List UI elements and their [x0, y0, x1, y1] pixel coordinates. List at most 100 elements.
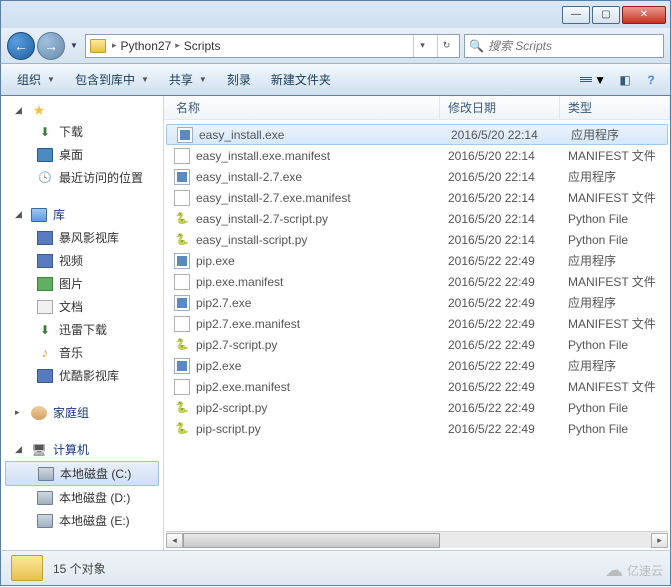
column-type[interactable]: 类型 — [560, 96, 670, 119]
computer-group: ◢🖥计算机 本地磁盘 (C:)本地磁盘 (D:)本地磁盘 (E:) — [1, 438, 163, 532]
pic-icon — [37, 277, 53, 291]
sidebar-item[interactable]: 🕓最近访问的位置 — [1, 166, 163, 189]
chevron-down-icon: ▼ — [199, 75, 207, 84]
py-file-icon — [174, 421, 190, 437]
file-row[interactable]: easy_install.exe.manifest2016/5/20 22:14… — [164, 145, 670, 166]
sidebar-item[interactable]: 视频 — [1, 249, 163, 272]
sidebar-item[interactable]: 图片 — [1, 272, 163, 295]
file-row[interactable]: pip2.exe.manifest2016/5/22 22:49MANIFEST… — [164, 376, 670, 397]
file-date: 2016/5/22 22:49 — [440, 422, 560, 436]
file-row[interactable]: easy_install-2.7-script.py2016/5/20 22:1… — [164, 208, 670, 229]
file-row[interactable]: pip2.exe2016/5/22 22:49应用程序 — [164, 355, 670, 376]
nav-history-dropdown[interactable]: ▼ — [67, 36, 81, 56]
file-date: 2016/5/22 22:49 — [440, 275, 560, 289]
sidebar-item[interactable]: 桌面 — [1, 143, 163, 166]
homegroup-icon — [31, 406, 47, 420]
scroll-thumb[interactable] — [183, 533, 440, 548]
scroll-track[interactable] — [183, 533, 651, 548]
sidebar-item[interactable]: 本地磁盘 (E:) — [1, 509, 163, 532]
folder-icon — [11, 555, 43, 581]
dl-icon: ⬇ — [37, 125, 53, 139]
preview-pane-button[interactable]: ◧ — [614, 69, 636, 91]
file-name: pip2.7.exe.manifest — [196, 317, 300, 331]
list-view-icon — [580, 77, 592, 82]
computer-icon: 🖥 — [31, 443, 47, 457]
chevron-right-icon[interactable]: ▸ — [175, 40, 180, 51]
path-segment[interactable]: Scripts — [184, 39, 221, 53]
share-menu[interactable]: 共享▼ — [161, 68, 215, 91]
path-segment[interactable]: Python27 — [121, 39, 172, 53]
sidebar-item[interactable]: ⬇迅雷下载 — [1, 318, 163, 341]
file-row[interactable]: easy_install-2.7.exe2016/5/20 22:14应用程序 — [164, 166, 670, 187]
address-dropdown[interactable]: ▾ — [413, 35, 431, 57]
sidebar-item[interactable]: ♪音乐 — [1, 341, 163, 364]
file-date: 2016/5/22 22:49 — [440, 317, 560, 331]
sidebar-item[interactable]: 本地磁盘 (D:) — [1, 486, 163, 509]
back-button[interactable]: ← — [7, 32, 35, 60]
sidebar-item-label: 图片 — [59, 275, 83, 292]
column-date[interactable]: 修改日期 — [440, 96, 560, 119]
library-icon — [31, 208, 47, 222]
file-name: easy_install-script.py — [196, 233, 307, 247]
computer-header[interactable]: ◢🖥计算机 — [1, 438, 163, 461]
sidebar-item[interactable]: 本地磁盘 (C:) — [5, 461, 159, 486]
file-row[interactable]: pip.exe2016/5/22 22:49应用程序 — [164, 250, 670, 271]
file-row[interactable]: pip2.7-script.py2016/5/22 22:49Python Fi… — [164, 334, 670, 355]
titlebar: — ▢ ✕ — [0, 0, 671, 28]
file-date: 2016/5/22 22:49 — [440, 401, 560, 415]
file-name: pip2.7-script.py — [196, 338, 277, 352]
search-input[interactable] — [488, 39, 659, 53]
homegroup-header[interactable]: ▸家庭组 — [1, 401, 163, 424]
search-box[interactable]: 🔍 — [464, 34, 664, 58]
file-row[interactable]: pip2.7.exe2016/5/22 22:49应用程序 — [164, 292, 670, 313]
chevron-down-icon: ▼ — [594, 73, 606, 87]
file-row[interactable]: easy_install-script.py2016/5/20 22:14Pyt… — [164, 229, 670, 250]
new-folder-button[interactable]: 新建文件夹 — [263, 68, 339, 91]
sidebar-item[interactable]: ⬇下载 — [1, 120, 163, 143]
manifest-file-icon — [174, 190, 190, 206]
address-bar[interactable]: ▸ Python27 ▸ Scripts ▾ ↻ — [85, 34, 460, 58]
refresh-button[interactable]: ↻ — [437, 35, 455, 57]
chevron-right-icon[interactable]: ▸ — [112, 40, 117, 51]
file-row[interactable]: pip-script.py2016/5/22 22:49Python File — [164, 418, 670, 439]
file-type: MANIFEST 文件 — [560, 273, 670, 290]
sidebar-item[interactable]: 暴风影视库 — [1, 226, 163, 249]
nav-buttons: ← → ▼ — [7, 32, 81, 60]
burn-button[interactable]: 刻录 — [219, 68, 259, 91]
file-row[interactable]: pip2.7.exe.manifest2016/5/22 22:49MANIFE… — [164, 313, 670, 334]
column-name[interactable]: 名称 — [164, 96, 440, 119]
star-icon: ★ — [31, 103, 47, 117]
expand-icon: ▸ — [15, 407, 25, 418]
favorites-header[interactable]: ◢★ — [1, 100, 163, 120]
file-type: Python File — [560, 212, 670, 226]
include-in-library-menu[interactable]: 包含到库中▼ — [67, 68, 157, 91]
exe-file-icon — [174, 169, 190, 185]
close-button[interactable]: ✕ — [622, 6, 666, 24]
organize-menu[interactable]: 组织▼ — [9, 68, 63, 91]
forward-button[interactable]: → — [37, 32, 65, 60]
collapse-icon: ◢ — [15, 209, 25, 220]
horizontal-scrollbar[interactable]: ◂ ▸ — [166, 531, 668, 548]
doc-icon — [37, 300, 53, 314]
help-button[interactable]: ? — [640, 69, 662, 91]
file-name: easy_install.exe.manifest — [196, 149, 330, 163]
navbar: ← → ▼ ▸ Python27 ▸ Scripts ▾ ↻ 🔍 — [0, 28, 671, 64]
sidebar-item-label: 优酷影视库 — [59, 367, 119, 384]
file-row[interactable]: easy_install-2.7.exe.manifest2016/5/20 2… — [164, 187, 670, 208]
minimize-button[interactable]: — — [562, 6, 590, 24]
scroll-left-button[interactable]: ◂ — [166, 533, 183, 548]
maximize-button[interactable]: ▢ — [592, 6, 620, 24]
scroll-right-button[interactable]: ▸ — [651, 533, 668, 548]
file-type: MANIFEST 文件 — [560, 147, 670, 164]
view-options-button[interactable]: ▼ — [576, 73, 610, 87]
file-row[interactable]: easy_install.exe2016/5/20 22:14应用程序 — [166, 124, 668, 145]
address-path: ▸ Python27 ▸ Scripts — [112, 39, 407, 53]
sidebar-item[interactable]: 文档 — [1, 295, 163, 318]
file-row[interactable]: pip2-script.py2016/5/22 22:49Python File — [164, 397, 670, 418]
libraries-header[interactable]: ◢库 — [1, 203, 163, 226]
sidebar-item[interactable]: 优酷影视库 — [1, 364, 163, 387]
cloud-icon: ☁ — [605, 560, 623, 581]
py-file-icon — [174, 211, 190, 227]
file-row[interactable]: pip.exe.manifest2016/5/22 22:49MANIFEST … — [164, 271, 670, 292]
file-type: 应用程序 — [560, 357, 670, 374]
